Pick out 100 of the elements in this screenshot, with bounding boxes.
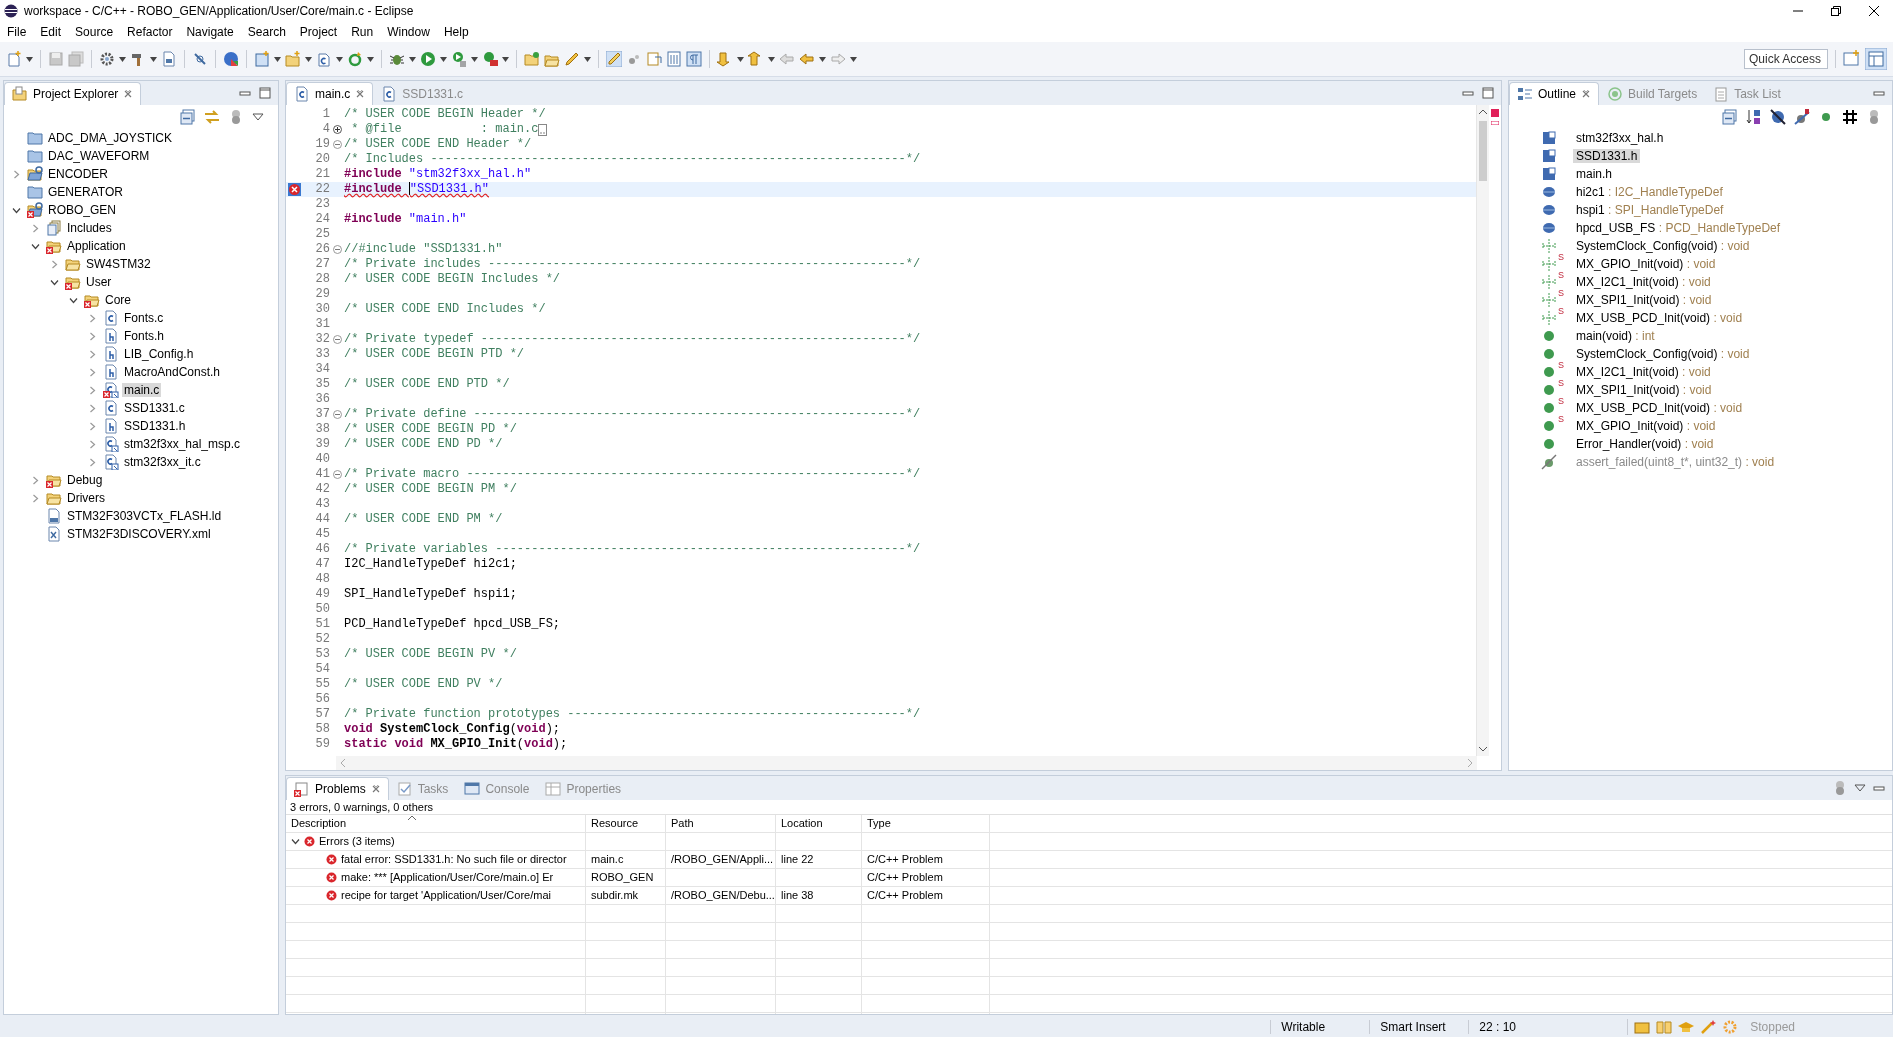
caret-icon[interactable] bbox=[305, 56, 312, 62]
chevron-right-icon[interactable] bbox=[49, 259, 59, 269]
caret-icon[interactable] bbox=[409, 56, 416, 62]
chevron-right-icon[interactable] bbox=[30, 493, 40, 503]
outline-item[interactable]: MX_GPIO_Init(void) : void bbox=[1573, 257, 1719, 271]
menu-item[interactable]: Source bbox=[68, 25, 121, 39]
outline-item[interactable]: stm32f3xx_hal.h bbox=[1573, 131, 1667, 145]
scroll-left-icon[interactable] bbox=[340, 759, 346, 767]
scroll-down-icon[interactable] bbox=[1479, 746, 1487, 752]
maximize-icon[interactable] bbox=[258, 87, 272, 99]
tree-item[interactable]: stm32f3xx_hal_msp.c bbox=[122, 437, 243, 451]
tree-item[interactable]: Drivers bbox=[65, 491, 107, 505]
book-icon[interactable] bbox=[1656, 1019, 1673, 1035]
column-header[interactable]: Path bbox=[671, 815, 694, 832]
highlight-icon[interactable] bbox=[606, 51, 622, 67]
collapse-icon[interactable] bbox=[332, 470, 342, 479]
caret-icon[interactable] bbox=[768, 56, 775, 62]
outline-item[interactable]: MX_I2C1_Init(void) : void bbox=[1573, 275, 1714, 289]
menu-item[interactable]: Navigate bbox=[179, 25, 241, 39]
outline-item[interactable]: hpcd_USB_FS : PCD_HandleTypeDef bbox=[1573, 221, 1784, 235]
tree-item[interactable]: Fonts.h bbox=[122, 329, 167, 343]
pilcrow-icon[interactable] bbox=[686, 51, 702, 67]
run-icon[interactable] bbox=[420, 51, 436, 67]
caret-icon[interactable] bbox=[26, 56, 33, 62]
menu-item[interactable]: Window bbox=[380, 25, 437, 39]
column-header[interactable]: Type bbox=[867, 815, 891, 832]
outline-item[interactable]: SystemClock_Config(void) : void bbox=[1573, 347, 1753, 361]
folded-text-icon[interactable] bbox=[538, 123, 548, 136]
menu-item[interactable]: Refactor bbox=[120, 25, 180, 39]
view-menu-icon[interactable] bbox=[252, 113, 264, 121]
chevron-right-icon[interactable] bbox=[87, 385, 97, 395]
scroll-right-icon[interactable] bbox=[1467, 759, 1473, 767]
tree-item[interactable]: STM32F3DISCOVERY.xml bbox=[65, 527, 213, 541]
launch-icon[interactable] bbox=[1634, 1019, 1651, 1035]
menu-item[interactable]: Run bbox=[344, 25, 381, 39]
chevron-down-icon[interactable] bbox=[30, 241, 40, 251]
outline-item[interactable]: Error_Handler(void) : void bbox=[1573, 437, 1717, 451]
outline-item[interactable]: MX_USB_PCD_Init(void) : void bbox=[1573, 401, 1746, 415]
menu-item[interactable]: Project bbox=[292, 25, 345, 39]
caret-icon[interactable] bbox=[440, 56, 447, 62]
tree-item[interactable]: MacroAndConst.h bbox=[122, 365, 223, 379]
tree-item[interactable]: DAC_WAVEFORM bbox=[46, 149, 152, 163]
tree-item[interactable]: SW4STM32 bbox=[84, 257, 153, 271]
open-perspective-icon[interactable] bbox=[1843, 50, 1861, 68]
collapse-icon[interactable] bbox=[332, 245, 342, 254]
outline-item[interactable]: MX_I2C1_Init(void) : void bbox=[1573, 365, 1714, 379]
globe-icon[interactable] bbox=[223, 51, 239, 67]
wand-icon[interactable] bbox=[1700, 1019, 1717, 1035]
caret-icon[interactable] bbox=[819, 56, 826, 62]
document-icon[interactable] bbox=[646, 51, 662, 67]
hide-static-icon[interactable] bbox=[1794, 109, 1810, 125]
tree-item[interactable]: STM32F303VCTx_FLASH.ld bbox=[65, 509, 224, 523]
menu-item[interactable]: Search bbox=[240, 25, 293, 39]
chevron-down-icon[interactable] bbox=[291, 837, 300, 846]
binary-file-icon[interactable] bbox=[161, 51, 177, 67]
chevron-down-icon[interactable] bbox=[49, 277, 59, 287]
gear-icon[interactable] bbox=[99, 51, 115, 67]
chevron-right-icon[interactable] bbox=[30, 223, 40, 233]
tab[interactable]: Outline bbox=[1509, 82, 1600, 105]
caret-icon[interactable] bbox=[850, 56, 857, 62]
caret-icon[interactable] bbox=[274, 56, 281, 62]
chevron-right-icon[interactable] bbox=[87, 439, 97, 449]
collapse-icon[interactable] bbox=[332, 410, 342, 419]
scroll-up-icon[interactable] bbox=[1479, 109, 1487, 115]
chevron-right-icon[interactable] bbox=[87, 313, 97, 323]
outline-item[interactable]: main(void) : int bbox=[1573, 329, 1658, 343]
outline-item[interactable]: main.h bbox=[1573, 167, 1616, 181]
caret-icon[interactable] bbox=[584, 56, 591, 62]
tree-item[interactable]: ROBO_GEN bbox=[46, 203, 118, 217]
outline-item[interactable]: MX_SPI1_Init(void) : void bbox=[1573, 293, 1715, 307]
maximize-icon[interactable] bbox=[1481, 87, 1495, 99]
sort-icon[interactable] bbox=[1746, 109, 1762, 125]
chevron-right-icon[interactable] bbox=[30, 475, 40, 485]
menu-item[interactable]: Help bbox=[436, 25, 476, 39]
collapse-all-icon[interactable] bbox=[1722, 109, 1738, 125]
tree-item[interactable]: Fonts.c bbox=[122, 311, 166, 325]
chevron-right-icon[interactable] bbox=[11, 169, 21, 179]
tree-item[interactable]: stm32f3xx_it.c bbox=[122, 455, 203, 469]
menu-item[interactable]: File bbox=[0, 25, 34, 39]
tree-item[interactable]: Includes bbox=[65, 221, 114, 235]
tree-item[interactable]: ADC_DMA_JOYSTICK bbox=[46, 131, 175, 145]
caret-icon[interactable] bbox=[471, 56, 478, 62]
tree-item[interactable]: LIB_Config.h bbox=[122, 347, 196, 361]
coverage-icon[interactable] bbox=[451, 51, 467, 67]
outline-item[interactable]: hspi1 : SPI_HandleTypeDef bbox=[1573, 203, 1727, 217]
outline-item[interactable]: assert_failed(uint8_t*, uint32_t) : void bbox=[1573, 455, 1778, 469]
chevron-down-icon[interactable] bbox=[68, 295, 78, 305]
columns-icon[interactable] bbox=[666, 51, 682, 67]
outline-item[interactable]: hi2c1 : I2C_HandleTypeDef bbox=[1573, 185, 1726, 199]
group-label[interactable]: Errors (3 items) bbox=[319, 833, 395, 850]
tab[interactable]: Project Explorer bbox=[4, 82, 142, 105]
tree-item[interactable]: Application bbox=[65, 239, 128, 253]
outline-item[interactable]: SSD1331.h bbox=[1573, 149, 1641, 163]
tree-item[interactable]: User bbox=[84, 275, 114, 289]
close-icon[interactable] bbox=[1869, 6, 1879, 16]
chevron-down-icon[interactable] bbox=[11, 205, 21, 215]
tree-item[interactable]: SSD1331.c bbox=[122, 401, 187, 415]
caret-icon[interactable] bbox=[119, 56, 126, 62]
menu-item[interactable]: Edit bbox=[33, 25, 69, 39]
chevron-right-icon[interactable] bbox=[87, 367, 97, 377]
